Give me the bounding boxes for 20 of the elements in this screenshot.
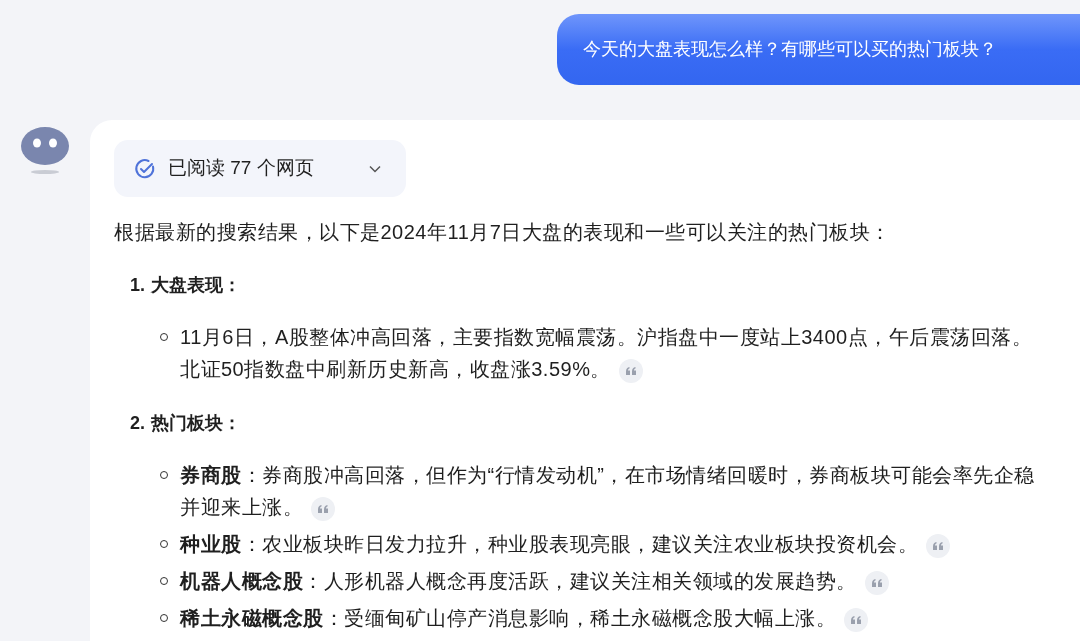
assistant-avatar-icon [20, 127, 70, 175]
citation-icon[interactable] [618, 358, 643, 383]
citation-icon[interactable] [844, 607, 868, 632]
citation-icon[interactable] [864, 570, 889, 595]
sources-toggle[interactable]: 已阅读 77 个网页 [114, 140, 406, 197]
chevron-icon [368, 164, 382, 173]
check-circle-icon [134, 157, 156, 180]
citation-icon[interactable] [926, 533, 950, 558]
list-item-text: 机器人概念股：人形机器人概念再度活跃，建议关注相关领域的发展趋势。 [180, 565, 889, 597]
list-item-text: 稀土永磁概念股：受缅甸矿山停产消息影响，稀土永磁概念股大幅上涨。 [180, 602, 868, 634]
intro-text: 根据最新的搜索结果，以下是2024年11月7日大盘的表现和一些可以关注的热门板块： [114, 220, 892, 245]
citation-icon[interactable] [311, 496, 335, 521]
user-message-bubble: 今天的大盘表现怎么样？有哪些可以买的热门板块？ [557, 14, 1080, 85]
section-title: 热门板块： [151, 412, 241, 435]
section-title: 大盘表现： [151, 274, 241, 297]
section-number: 2. [130, 412, 145, 435]
list-item-text: 券商股：券商股冲高回落，但作为“行情发动机”，在市场情绪回暖时，券商板块可能会率先企稳并迎来上涨。 [180, 459, 1040, 523]
list-item-text: 种业股：农业板块昨日发力拉升，种业股表现亮眼，建议关注农业板块投资机会。 [180, 528, 950, 560]
section-number: 1. [130, 274, 145, 297]
list-item-text: 11月6日，A股整体冲高回落，主要指数宽幅震荡。沪指盘中一度站上3400点，午后震荡回落。北证50指数盘中刷新历史新高，收盘涨3.59%。 [180, 321, 1040, 385]
